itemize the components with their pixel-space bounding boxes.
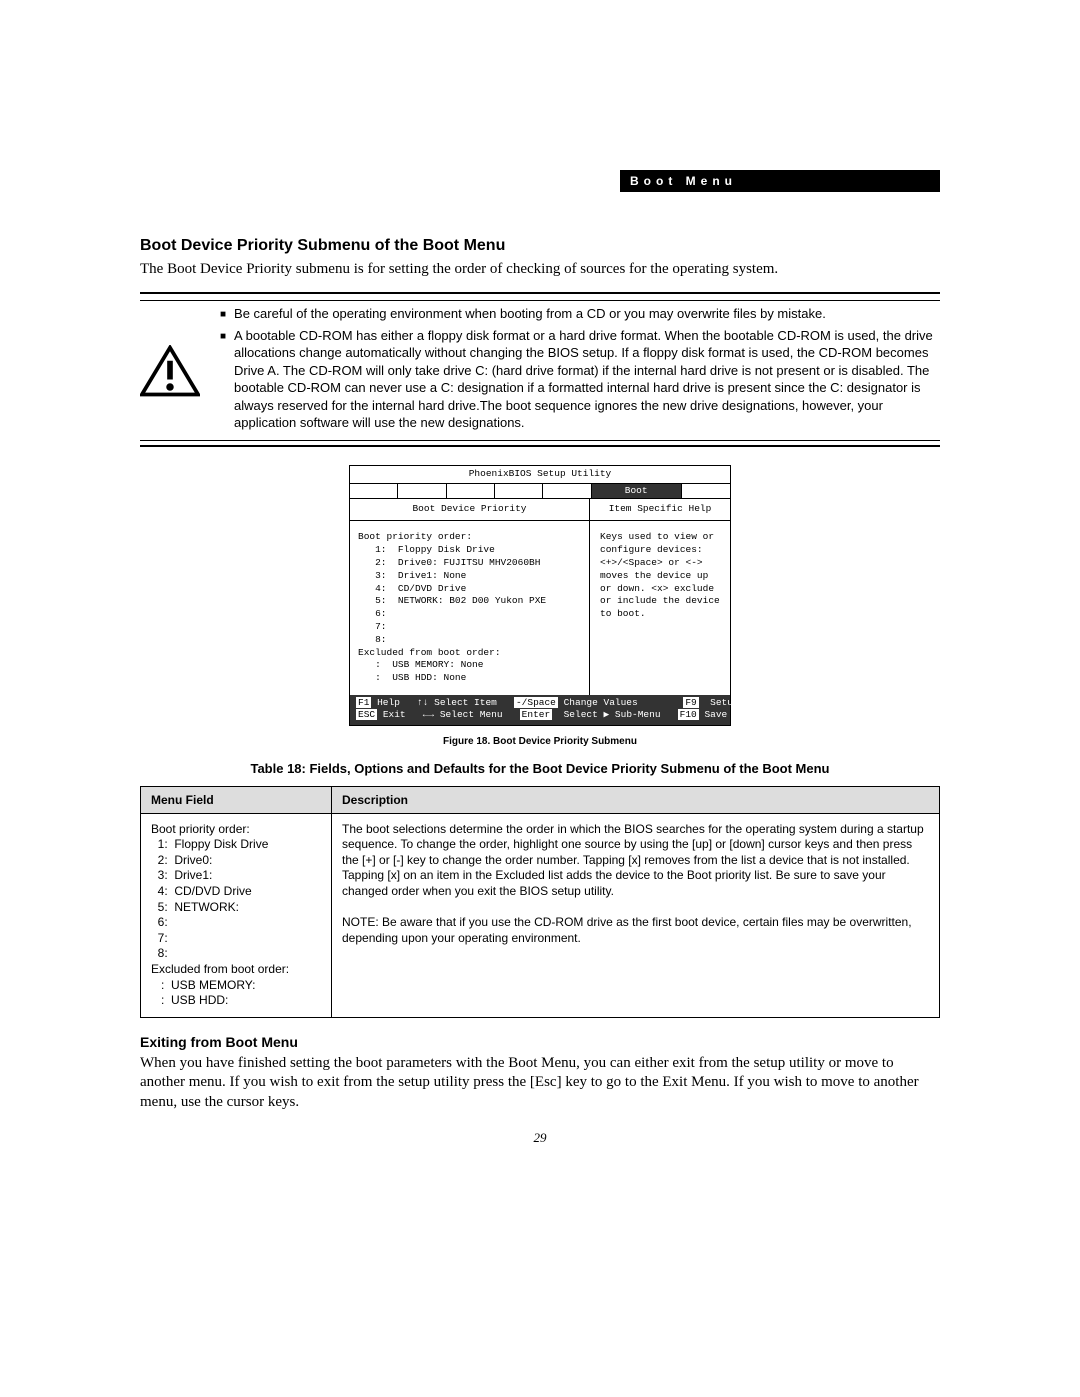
bios-key: ESC [356, 709, 377, 720]
bios-key: F1 [356, 697, 371, 708]
divider-line [140, 445, 940, 447]
bios-key: Enter [520, 709, 553, 720]
bios-body: Boot priority order: 1: Floppy Disk Driv… [350, 521, 730, 695]
bios-tab-bar: Boot [350, 483, 730, 499]
warning-block: ■ Be careful of the operating environmen… [140, 305, 940, 436]
bios-tab [447, 484, 495, 499]
bios-footer: F1 Help ↑↓ Select Item -/Space Change Va… [350, 695, 730, 725]
section-title: Boot Device Priority Submenu of the Boot… [140, 237, 940, 255]
bios-key-label: ↑↓ Select Item [417, 697, 497, 708]
bios-tab [682, 484, 730, 499]
warning-icon [140, 345, 200, 404]
bios-key-label: Setup Defaults [710, 697, 790, 708]
divider-line [140, 440, 940, 441]
bios-key: F9 [683, 697, 698, 708]
bios-help-text: Keys used to view or configure devices: … [590, 521, 730, 695]
fields-table: Menu Field Description Boot priority ord… [140, 786, 940, 1018]
divider-line [140, 300, 940, 301]
bios-tab [398, 484, 446, 499]
bios-pane-title-right: Item Specific Help [590, 499, 730, 520]
bios-key: -/Space [514, 697, 558, 708]
bullet-icon: ■ [220, 327, 226, 432]
bios-boot-order-list: Boot priority order: 1: Floppy Disk Driv… [350, 521, 590, 695]
exit-section-title: Exiting from Boot Menu [140, 1034, 940, 1050]
page-header-bar: Boot Menu [620, 170, 940, 192]
figure-caption: Figure 18. Boot Device Priority Submenu [140, 736, 940, 747]
bios-key-label: Change Values [564, 697, 638, 708]
warning-list: ■ Be careful of the operating environmen… [220, 305, 940, 436]
table-header-row: Menu Field Description [141, 786, 940, 813]
warning-item: ■ A bootable CD-ROM has either a floppy … [220, 327, 940, 432]
bios-screenshot: PhoenixBIOS Setup Utility Boot Boot Devi… [349, 465, 731, 726]
table-header-cell: Menu Field [141, 786, 332, 813]
bios-tab [495, 484, 543, 499]
bios-key-label: Help [377, 697, 400, 708]
bios-key: F10 [678, 709, 699, 720]
warning-item: ■ Be careful of the operating environmen… [220, 305, 940, 323]
bios-tab [543, 484, 591, 499]
divider-line [140, 292, 940, 294]
table-header-cell: Description [332, 786, 940, 813]
bios-tab [350, 484, 398, 499]
bios-pane-title-left: Boot Device Priority [350, 499, 590, 520]
table-title: Table 18: Fields, Options and Defaults f… [140, 761, 940, 776]
bios-key-label: Select ▶ Sub-Menu [564, 709, 661, 720]
bullet-icon: ■ [220, 305, 226, 323]
bios-subheader: Boot Device Priority Item Specific Help [350, 498, 730, 521]
table-cell-menu-field: Boot priority order: 1: Floppy Disk Driv… [141, 813, 332, 1017]
page-number: 29 [140, 1130, 940, 1146]
bios-key-label: Exit [383, 709, 406, 720]
warning-text: A bootable CD-ROM has either a floppy di… [234, 327, 940, 432]
intro-text: The Boot Device Priority submenu is for … [140, 261, 940, 278]
table-cell-description: The boot selections determine the order … [332, 813, 940, 1017]
exit-section-body: When you have finished setting the boot … [140, 1054, 940, 1113]
bios-utility-title: PhoenixBIOS Setup Utility [350, 466, 730, 483]
table-row: Boot priority order: 1: Floppy Disk Driv… [141, 813, 940, 1017]
bios-tab-active: Boot [592, 484, 682, 499]
bios-key-label: ←→ Select Menu [423, 709, 503, 720]
bios-key-label: Save and Exit [704, 709, 778, 720]
warning-text: Be careful of the operating environment … [234, 305, 826, 323]
